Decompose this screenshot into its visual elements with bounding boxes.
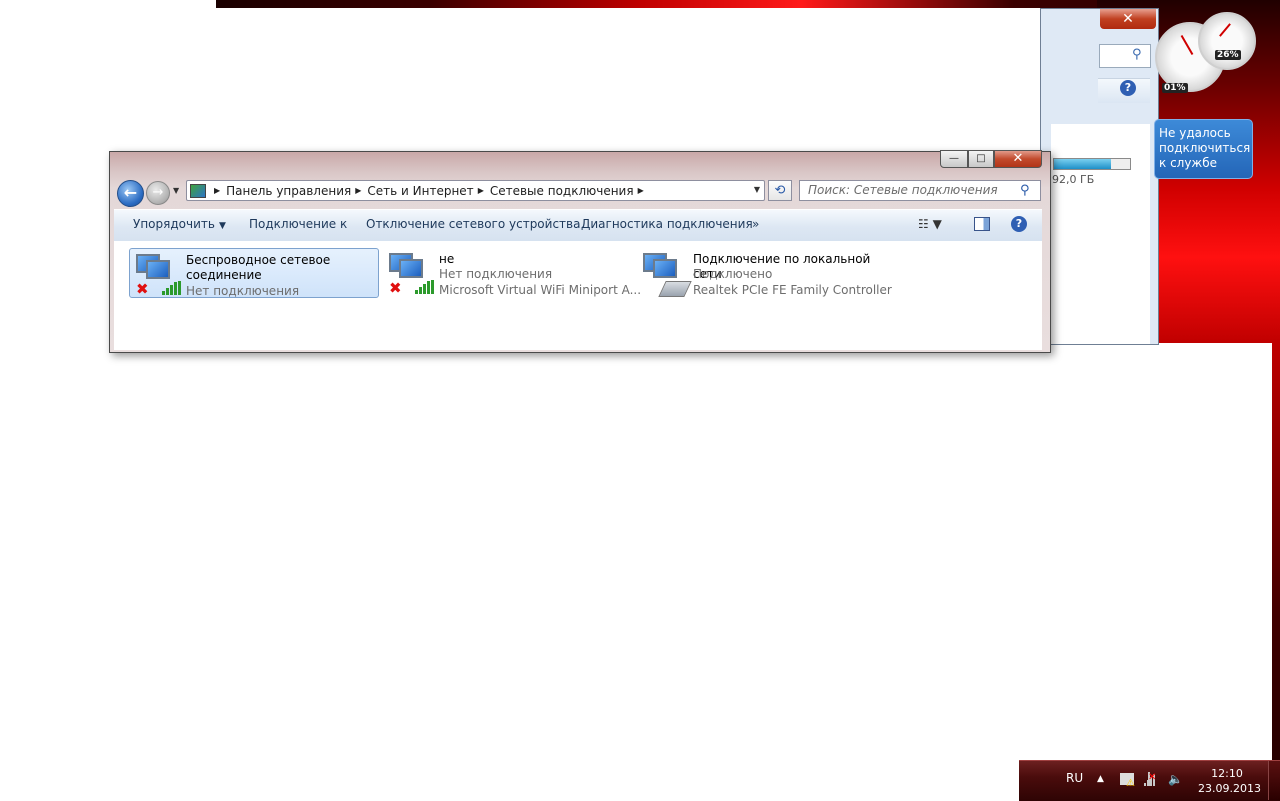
monitor-icon (399, 259, 423, 278)
network-tray-icon[interactable]: ✕ (1144, 772, 1158, 786)
preview-pane-icon[interactable] (974, 217, 990, 231)
warning-icon: ⚠ (1126, 778, 1135, 789)
minimize-button[interactable]: — (940, 150, 968, 168)
organize-menu-button[interactable]: Упорядочить ▼ (133, 217, 226, 231)
breadcrumb-separator-icon[interactable]: ▶ (214, 186, 220, 195)
connection-device: Realtek PCIe FE Family Controller (693, 283, 892, 297)
breadcrumb-separator-icon[interactable]: ▶ (355, 186, 361, 195)
desktop-wallpaper-edge (1272, 343, 1280, 800)
signal-bars-icon (415, 280, 435, 294)
background-window-content (1051, 124, 1150, 344)
connection-item-wireless[interactable]: ✖ Беспроводное сетевое соединение Нет по… (129, 248, 379, 298)
connection-name-line2: соединение (186, 268, 262, 282)
memory-gauge-gadget[interactable] (1198, 12, 1256, 70)
change-view-button[interactable]: ☷ ▼ (918, 217, 942, 231)
network-disconnected-icon: ✕ (1148, 772, 1156, 786)
signal-bars-icon (162, 281, 182, 295)
connect-to-button[interactable]: Подключение к (249, 217, 347, 231)
help-icon[interactable]: ? (1011, 216, 1027, 232)
disable-device-button[interactable]: Отключение сетевого устройства (366, 217, 580, 231)
breadcrumb-network-connections[interactable]: Сетевые подключения (490, 184, 634, 198)
memory-percent: 26% (1215, 50, 1241, 60)
monitor-icon (146, 260, 170, 279)
address-bar[interactable]: ▶ Панель управления ▶ Сеть и Интернет ▶ … (186, 180, 765, 201)
maximize-button[interactable]: □ (968, 150, 994, 168)
connection-name: Беспроводное сетевое (186, 253, 331, 267)
search-icon[interactable]: ⚲ (1132, 47, 1142, 62)
connection-status: Нет подключения (186, 284, 300, 298)
chevron-down-icon: ▼ (218, 221, 226, 231)
connection-status: Нет подключения (439, 267, 553, 281)
more-commands-button[interactable]: » (752, 217, 759, 231)
wireless-network-icon: ✖ (387, 251, 434, 297)
clock-time: 12:10 (1211, 767, 1243, 780)
background-window-search[interactable] (1099, 44, 1151, 68)
breadcrumb-separator-icon[interactable]: ▶ (478, 186, 484, 195)
cpu-percent: 01% (1162, 83, 1188, 93)
organize-label: Упорядочить (133, 217, 215, 231)
language-indicator[interactable]: RU (1066, 771, 1083, 785)
network-cable-icon (658, 281, 692, 297)
connection-item-lan[interactable]: Подключение по локальной сети Подключено… (637, 248, 892, 298)
recent-pages-dropdown-icon[interactable]: ▼ (173, 186, 179, 195)
connection-device: Microsoft Virtual WiFi Miniport A... (439, 283, 642, 297)
ethernet-network-icon (641, 251, 692, 297)
show-hidden-icons-button[interactable]: ▲ (1097, 774, 1104, 784)
drive-usage-fill (1054, 159, 1111, 169)
address-history-dropdown-icon[interactable]: ▼ (754, 185, 760, 194)
search-input[interactable]: Поиск: Сетевые подключения (799, 180, 1041, 201)
show-desktop-button[interactable] (1268, 761, 1280, 800)
gadget-error-message: Не удалось подключиться к службе (1154, 119, 1253, 179)
search-icon[interactable]: ⚲ (1020, 183, 1030, 198)
back-button[interactable]: ← (117, 180, 144, 207)
diagnose-button[interactable]: Диагностика подключения (581, 217, 753, 231)
breadcrumb-control-panel[interactable]: Панель управления (226, 184, 351, 198)
disconnected-x-icon: ✖ (389, 279, 402, 297)
clock-date: 23.09.2013 (1198, 782, 1261, 795)
wireless-network-icon: ✖ (134, 252, 181, 298)
monitor-icon (653, 259, 677, 278)
help-icon[interactable]: ? (1120, 80, 1136, 96)
volume-icon[interactable]: 🔈 (1168, 772, 1183, 786)
background-window-close-button[interactable]: ✕ (1100, 9, 1156, 29)
control-panel-icon (190, 183, 206, 198)
connection-name: не (439, 252, 455, 266)
breadcrumb-separator-icon[interactable]: ▶ (638, 186, 644, 195)
connection-item-virtual-wifi[interactable]: ✖ не Нет подключения Microsoft Virtual W… (383, 248, 641, 298)
drive-usage-bar (1053, 158, 1131, 170)
drive-free-text: 92,0 ГБ (1052, 173, 1095, 186)
window-caption-buttons: — □ ✕ (940, 150, 1042, 168)
connection-status: Подключено (693, 267, 773, 281)
forward-button[interactable]: → (146, 181, 170, 205)
disconnected-x-icon: ✖ (136, 280, 149, 298)
refresh-button[interactable]: ⟲ (768, 180, 792, 201)
clock[interactable]: 12:10 23.09.2013 (1198, 766, 1261, 796)
close-button[interactable]: ✕ (994, 150, 1042, 168)
breadcrumb-network-internet[interactable]: Сеть и Интернет (367, 184, 473, 198)
